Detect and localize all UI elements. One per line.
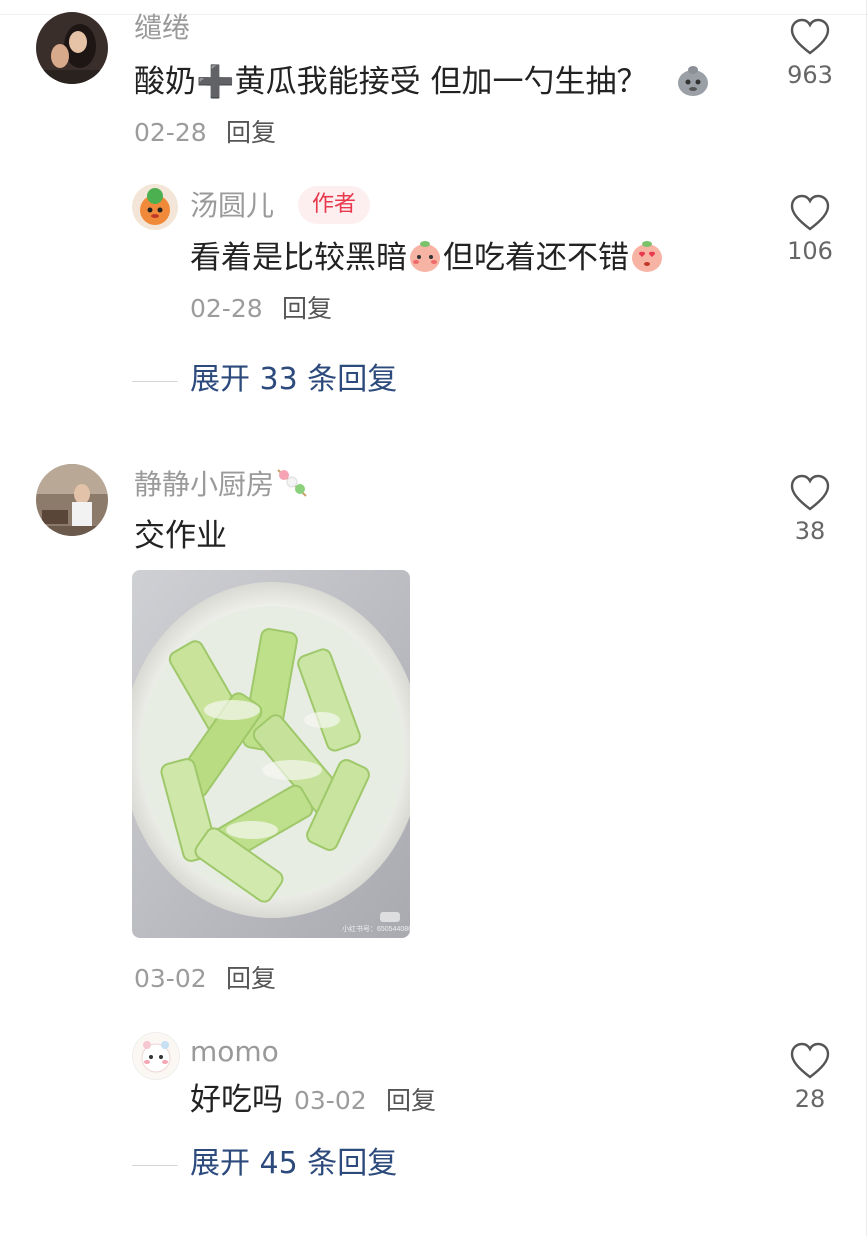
avatar[interactable] [36,464,108,536]
top-divider [0,14,868,15]
heart-icon [790,18,830,55]
author-badge: 作者 [298,186,371,224]
blush-sticker-icon [407,238,443,274]
comments-page: 缱绻 酸奶➕黄瓜我能接受 但加一勺生抽？ 02-28 回复 963 汤圆儿 作者… [0,0,868,1236]
like-button[interactable]: 38 [780,474,840,546]
comment-photo[interactable]: 小红书号：6505440869 [132,570,410,938]
comment-text: 好吃吗 [190,1082,283,1118]
avatar[interactable] [132,1032,180,1080]
like-button[interactable]: 28 [780,1042,840,1114]
expand-replies-button[interactable]: 展开 33 条回复 [190,362,397,398]
comment-text: 交作业 [134,518,227,554]
username[interactable]: 汤圆儿 [190,190,274,222]
comment-date: 03-02 [134,964,207,993]
photo-watermark: 小红书号：6505440869 [342,924,410,933]
username-text: 静静小厨房 [134,468,275,501]
reply-button[interactable]: 回复 [282,294,332,324]
like-count: 963 [787,61,833,89]
expand-divider [132,381,178,382]
username[interactable]: momo [190,1036,279,1068]
like-button[interactable]: 106 [780,194,840,266]
heart-icon [790,1042,830,1079]
like-count: 28 [794,1085,826,1113]
heart-eyes-sticker-icon [629,238,665,274]
cucumber-yogurt-photo: 小红书号：6505440869 [132,570,410,938]
avatar[interactable] [132,184,178,230]
like-button[interactable]: 963 [780,18,840,90]
comment-text: 看着是比较黑暗 但吃着还不错 [190,238,665,278]
username[interactable]: 缱绻 [134,12,190,44]
comment-date: 03-02 [294,1086,367,1115]
heart-icon [790,474,830,511]
like-count: 106 [787,237,833,265]
comment-text-content: 酸奶➕黄瓜我能接受 但加一勺生抽？ [134,64,648,100]
username[interactable]: 静静小厨房 [134,466,310,501]
reply-button[interactable]: 回复 [386,1086,436,1116]
comment-date: 02-28 [190,294,263,323]
like-count: 38 [794,517,826,545]
expand-replies-button[interactable]: 展开 45 条回复 [190,1146,397,1182]
comment-date: 02-28 [134,118,207,147]
comment-text-content: 但吃着还不错 [443,240,629,276]
avatar[interactable] [36,12,108,84]
thinking-sticker-icon [675,62,711,98]
comment-text-content: 看着是比较黑暗 [190,240,407,276]
reply-button[interactable]: 回复 [226,964,276,994]
reply-button[interactable]: 回复 [226,118,276,148]
skewer-emoji-icon [274,466,310,498]
right-edge [866,0,867,1236]
expand-divider [132,1165,178,1166]
comment-text: 酸奶➕黄瓜我能接受 但加一勺生抽？ [134,62,711,102]
heart-icon [790,194,830,231]
